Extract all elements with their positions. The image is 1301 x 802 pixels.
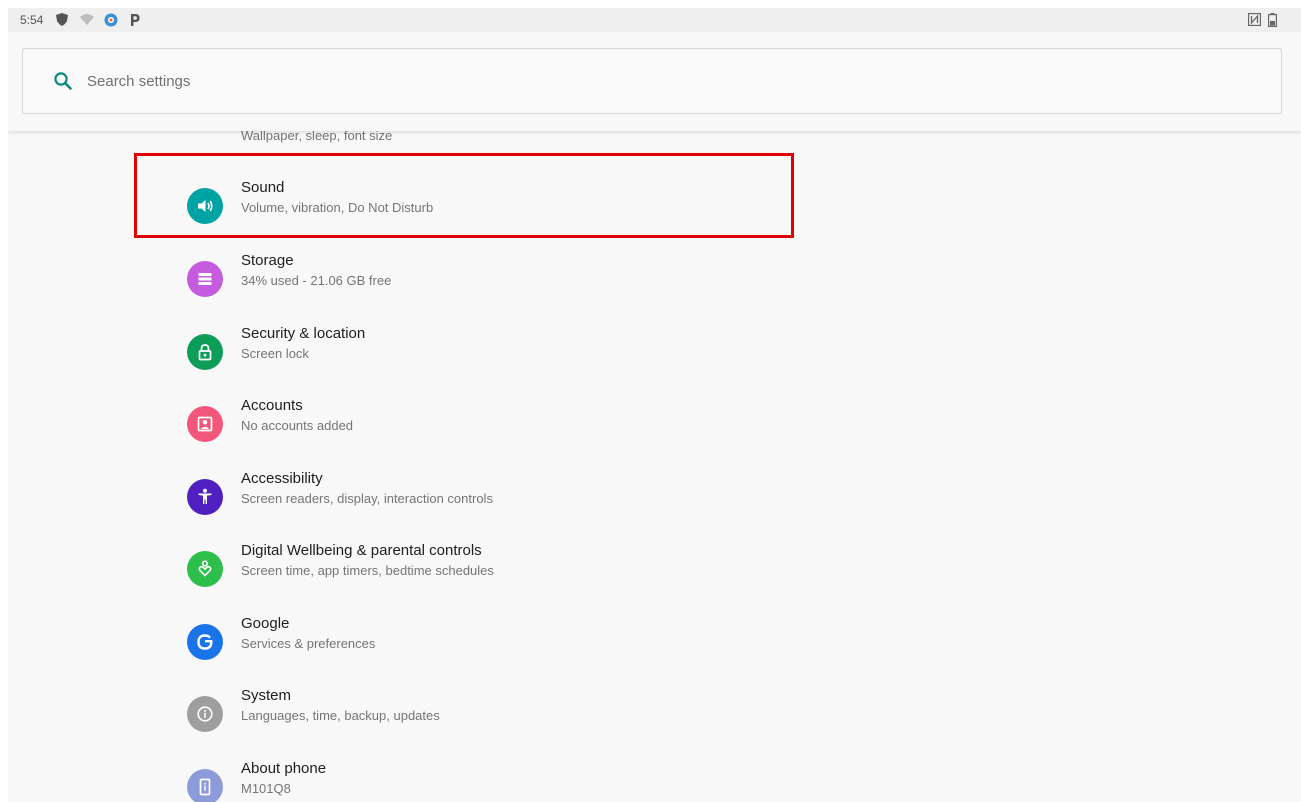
settings-item-title: About phone: [241, 760, 327, 777]
settings-item-title: Accounts: [241, 397, 303, 414]
search-input[interactable]: [87, 68, 787, 94]
settings-item-subtitle: M101Q8: [241, 781, 291, 796]
settings-item-subtitle: Screen readers, display, interaction con…: [241, 491, 493, 506]
settings-item-subtitle: Volume, vibration, Do Not Disturb: [241, 200, 434, 215]
settings-item-title: Google: [241, 615, 290, 632]
account-icon: [187, 406, 223, 442]
settings-item-subtitle: Languages, time, backup, updates: [241, 708, 440, 723]
settings-item-digital-wellbeing[interactable]: Digital Wellbeing & parental controls Sc…: [178, 541, 878, 597]
settings-item-accounts[interactable]: Accounts No accounts added: [178, 396, 878, 452]
settings-item-title: System: [241, 687, 292, 704]
settings-item-title: Accessibility: [241, 470, 323, 487]
settings-item-system[interactable]: System Languages, time, backup, updates: [178, 686, 878, 742]
settings-item-subtitle: Screen lock: [241, 346, 309, 361]
parking-icon: [130, 13, 140, 29]
settings-item-accessibility[interactable]: Accessibility Screen readers, display, i…: [178, 469, 878, 525]
wifi-icon: [80, 13, 94, 28]
settings-item-title: Security & location: [241, 325, 366, 342]
settings-item-subtitle: No accounts added: [241, 418, 354, 433]
shield-icon: [56, 13, 68, 29]
battery-icon: [1268, 13, 1278, 30]
accessibility-icon: [187, 479, 223, 515]
settings-item-subtitle: Screen time, app timers, bedtime schedul…: [241, 563, 494, 578]
settings-item-title: Sound: [241, 179, 285, 196]
settings-item-security[interactable]: Security & location Screen lock: [178, 324, 878, 380]
phone-icon: [187, 769, 223, 802]
storage-icon: [187, 261, 223, 297]
system-info-icon: [187, 696, 223, 732]
settings-item-subtitle: 34% used - 21.06 GB free: [241, 273, 392, 288]
lock-icon: [187, 334, 223, 370]
settings-item-subtitle: Services & preferences: [241, 636, 376, 651]
nfc-icon: [1247, 12, 1262, 29]
settings-item-title: Storage: [241, 252, 294, 269]
google-icon: [187, 624, 223, 660]
search-bar-container: [8, 32, 1301, 131]
settings-item-sound[interactable]: Sound Volume, vibration, Do Not Disturb: [178, 178, 878, 234]
search-box[interactable]: [22, 48, 1282, 114]
status-bar: 5:54: [8, 8, 1301, 32]
search-icon[interactable]: [53, 71, 73, 96]
settings-screen: 5:54 Wallpaper, sleep, font s: [8, 8, 1301, 802]
settings-item-storage[interactable]: Storage 34% used - 21.06 GB free: [178, 251, 878, 307]
status-time: 5:54: [20, 13, 44, 27]
wellbeing-icon: [187, 551, 223, 587]
settings-item-google[interactable]: Google Services & preferences: [178, 614, 878, 670]
sound-icon: [187, 188, 223, 224]
app-notification-icon: [104, 13, 118, 30]
settings-item-about-phone[interactable]: About phone M101Q8: [178, 759, 878, 802]
settings-item-title: Digital Wellbeing & parental controls: [241, 542, 482, 559]
